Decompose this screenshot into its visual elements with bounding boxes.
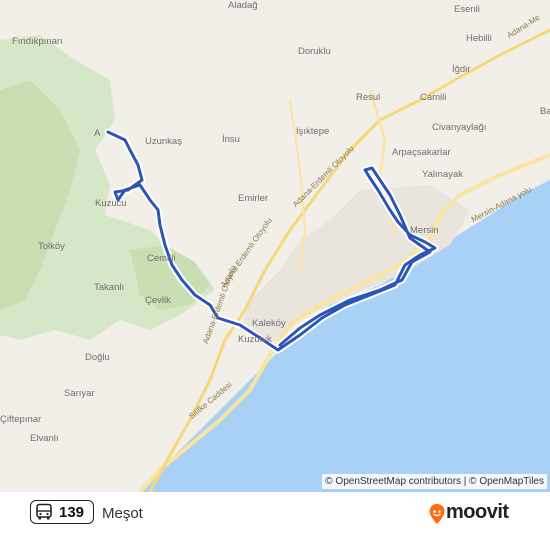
bus-icon xyxy=(36,503,52,520)
place-label-uzunkas: Uzunkaş xyxy=(145,136,182,147)
place-label-doglu: Doğlu xyxy=(85,352,110,363)
place-label-esenli: Esenli xyxy=(454,4,480,15)
moovit-pin-icon xyxy=(429,504,445,524)
map[interactable]: Aladağ Esenli Hebilli Fındıkpınarı Doruk… xyxy=(0,0,550,494)
route-footer: 139 Meşot moovit xyxy=(0,492,550,540)
place-label-resul: Resul xyxy=(356,92,381,103)
place-label-edge-ba: Ba xyxy=(540,106,550,117)
place-label-doruklu: Doruklu xyxy=(298,46,331,57)
place-label-kuzucu: Kuzucu xyxy=(95,198,127,209)
route-destination: Meşot xyxy=(102,505,143,522)
place-label-findikpinari: Fındıkpınarı xyxy=(12,36,63,47)
route-badge: 139 xyxy=(30,500,94,524)
place-label-sariyar: Sarıyar xyxy=(64,388,95,399)
place-label-civanyaylagi: Civanyaylağı xyxy=(432,122,487,133)
place-label-isiktepe: Işıktepe xyxy=(296,126,330,137)
place-label-aladag: Aladağ xyxy=(228,0,258,11)
place-label-cevlik: Çevlik xyxy=(145,295,171,306)
place-label-yalinayak: Yalınayak xyxy=(422,169,464,180)
place-label-elvanli: Elvanlı xyxy=(30,433,59,444)
place-label-arpacsakarlar: Arpaçsakarlar xyxy=(392,147,451,158)
map-attribution[interactable]: © OpenStreetMap contributors | © OpenMap… xyxy=(322,474,547,489)
place-label-cemilli: Cemilli xyxy=(147,253,176,264)
place-label-takanli: Takanlı xyxy=(94,282,125,293)
place-label-insu: İnsu xyxy=(222,134,240,145)
place-label-tolkoy: Tolköy xyxy=(38,241,65,252)
place-label-ciftepinar: Çiftepınar xyxy=(0,414,42,425)
moovit-wordmark: moovit xyxy=(446,501,509,523)
place-label-hebilli: Hebilli xyxy=(466,33,492,44)
place-label-emirler: Emirler xyxy=(238,193,269,204)
place-label-camili: Camili xyxy=(420,92,447,103)
place-label-kalekoy: Kaleköy xyxy=(252,318,286,329)
place-label-igdir: İğdir xyxy=(452,64,471,75)
place-label-kuzuluk: Kuzuluk xyxy=(238,334,272,345)
route-number: 139 xyxy=(59,504,85,521)
place-label-edge-a: A xyxy=(94,128,101,139)
place-label-mersin: Mersin xyxy=(410,225,439,236)
